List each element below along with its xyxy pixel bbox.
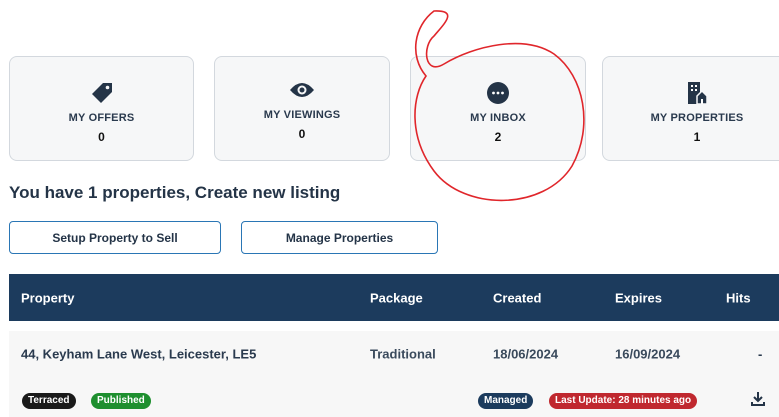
header-property[interactable]: Property [21,290,74,305]
setup-property-button[interactable]: Setup Property to Sell [9,221,221,254]
my-offers-label: MY OFFERS [68,111,135,124]
manage-properties-button[interactable]: Manage Properties [241,221,438,254]
my-viewings-label: MY VIEWINGS [263,108,341,121]
my-offers-card[interactable]: MY OFFERS 0 [9,56,194,161]
header-created[interactable]: Created [493,290,541,305]
building-house-icon [684,80,710,106]
my-viewings-card[interactable]: MY VIEWINGS 0 [214,56,390,161]
managed-badge: Managed [478,393,534,409]
cell-expires: 16/09/2024 [615,346,681,362]
table-header: Property Package Created Expires Hits [9,274,779,321]
my-inbox-card[interactable]: MY INBOX 2 [410,56,586,161]
page-headline: You have 1 properties, Create new listin… [9,183,341,202]
table-row[interactable]: 44, Keyham Lane West, Leicester, LE5 Tra… [9,331,779,377]
tag-icon [89,80,115,106]
my-viewings-count: 0 [298,126,306,141]
my-properties-card[interactable]: MY PROPERTIES 1 [602,56,779,161]
last-update-badge: Last Update: 28 minutes ago [549,393,698,409]
header-expires[interactable]: Expires [615,290,662,305]
table-row-details: Terraced Published Managed Last Update: … [9,377,779,417]
eye-icon [289,77,315,103]
cell-created: 18/06/2024 [493,346,559,362]
my-inbox-label: MY INBOX [470,111,526,124]
header-package[interactable]: Package [370,290,423,305]
my-properties-count: 1 [693,129,701,144]
my-inbox-count: 2 [494,129,502,144]
cell-package: Traditional [370,346,436,362]
cell-hits: - [758,346,763,362]
chat-bubble-icon [485,80,511,106]
header-hits[interactable]: Hits [726,290,751,305]
property-type-badge: Terraced [22,393,76,409]
cell-property-address[interactable]: 44, Keyham Lane West, Leicester, LE5 [21,347,256,362]
my-offers-count: 0 [98,129,105,144]
published-status-badge: Published [91,393,151,409]
download-icon[interactable] [750,391,766,407]
my-properties-label: MY PROPERTIES [650,111,744,124]
